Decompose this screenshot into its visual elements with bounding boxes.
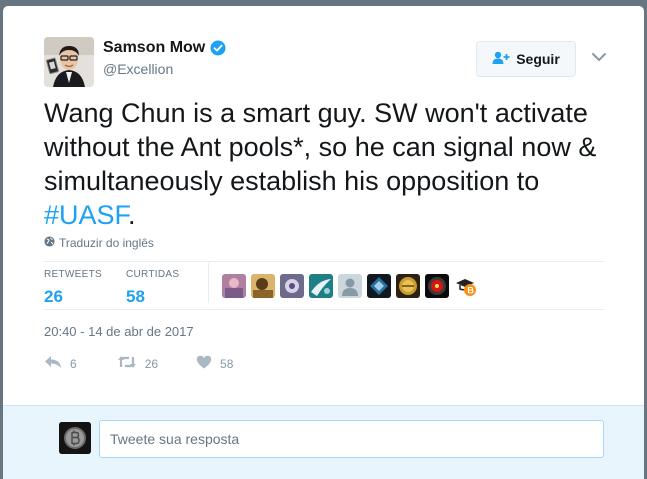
liker-avatar[interactable]: [425, 274, 449, 298]
liker-avatar[interactable]: [251, 274, 275, 298]
tweet-card: Samson Mow @Excellion Seguir Wang Chun i…: [3, 6, 644, 479]
liker-avatar[interactable]: [367, 274, 391, 298]
author-name[interactable]: Samson Mow: [103, 39, 205, 57]
globe-icon: [44, 236, 55, 250]
retweets-stat[interactable]: RETWEETS 26: [44, 269, 102, 307]
retweet-icon: [117, 355, 137, 372]
retweets-label: RETWEETS: [44, 269, 102, 280]
likes-stat[interactable]: CURTIDAS 58: [126, 269, 179, 307]
translate-link[interactable]: Traduzir do inglês: [44, 236, 154, 250]
retweet-count: 26: [144, 356, 159, 371]
tweet-actions: 6 26 58: [44, 355, 233, 372]
liker-avatar[interactable]: [309, 274, 333, 298]
heart-icon: [196, 355, 212, 372]
reply-box: [3, 405, 644, 479]
verified-badge-icon: [210, 40, 226, 56]
tweet-timestamp[interactable]: 20:40 - 14 de abr de 2017: [44, 324, 194, 339]
retweets-value[interactable]: 26: [44, 287, 102, 307]
liker-avatar[interactable]: [396, 274, 420, 298]
likes-value[interactable]: 58: [126, 287, 179, 307]
reply-action[interactable]: 6: [44, 355, 77, 372]
retweet-action[interactable]: 26: [117, 355, 158, 372]
tweet-text-body: Wang Chun is a smart guy. SW won't activ…: [44, 98, 597, 196]
author-avatar[interactable]: [44, 37, 94, 87]
stats-separator: [208, 263, 209, 303]
likes-label: CURTIDAS: [126, 269, 180, 280]
like-action[interactable]: 58: [196, 355, 233, 372]
reply-count: 6: [70, 356, 77, 371]
tweet-text-end: .: [128, 200, 136, 230]
current-user-avatar: [59, 422, 91, 454]
divider-top: [44, 261, 604, 262]
follow-button-label: Seguir: [516, 51, 560, 67]
reply-input[interactable]: [99, 420, 604, 458]
author-handle[interactable]: @Excellion: [103, 61, 173, 77]
liker-avatar[interactable]: [280, 274, 304, 298]
follow-person-icon: [492, 51, 510, 68]
divider-middle: [44, 309, 604, 310]
liker-avatar[interactable]: [338, 274, 362, 298]
hashtag-link[interactable]: #UASF: [44, 200, 128, 230]
likers-avatars: [222, 274, 478, 298]
translate-label: Traduzir do inglês: [59, 236, 154, 250]
chevron-down-icon[interactable]: [591, 50, 607, 62]
liker-avatar[interactable]: [454, 274, 478, 298]
reply-icon: [44, 355, 62, 372]
follow-button[interactable]: Seguir: [476, 41, 576, 77]
tweet-text: Wang Chun is a smart guy. SW won't activ…: [44, 96, 624, 232]
like-count: 58: [220, 356, 234, 371]
author-name-row[interactable]: Samson Mow: [103, 39, 226, 57]
liker-avatar[interactable]: [222, 274, 246, 298]
